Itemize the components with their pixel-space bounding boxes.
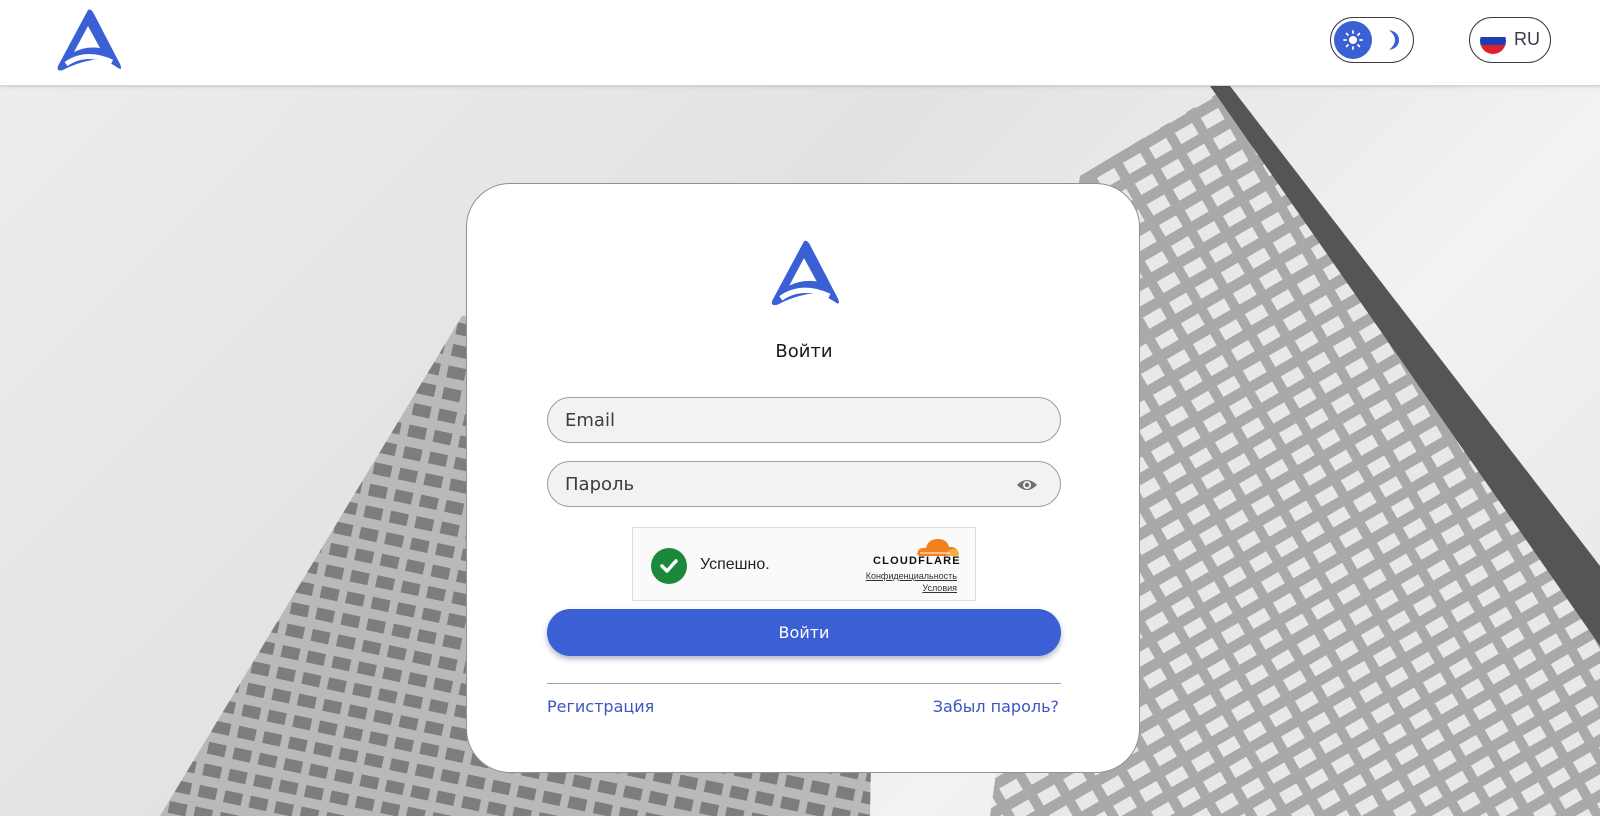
sun-icon	[1334, 21, 1372, 59]
cloudflare-captcha-widget[interactable]: Успешно. CLOUDFLARE Конфиденциальность У…	[632, 527, 976, 601]
language-selector[interactable]: RU	[1469, 17, 1551, 63]
top-header: RU	[0, 0, 1600, 86]
login-title: Войти	[775, 341, 833, 362]
cloudflare-wordmark: CLOUDFLARE	[873, 555, 961, 567]
email-input[interactable]	[548, 398, 1060, 442]
brand-logo-icon	[766, 239, 842, 309]
success-check-icon	[651, 548, 687, 584]
register-link[interactable]: Регистрация	[547, 697, 654, 716]
email-field[interactable]	[547, 397, 1061, 443]
login-submit-button[interactable]: Войти	[547, 609, 1061, 656]
password-input[interactable]	[548, 462, 1060, 506]
theme-toggle[interactable]	[1330, 17, 1414, 63]
captcha-terms-link[interactable]: Условия	[922, 583, 957, 593]
moon-icon	[1381, 27, 1405, 53]
forgot-password-link[interactable]: Забыл пароль?	[933, 697, 1059, 716]
brand-logo-icon[interactable]	[52, 8, 124, 74]
captcha-privacy-link[interactable]: Конфиденциальность	[866, 571, 957, 581]
russia-flag-icon	[1480, 28, 1506, 54]
password-field[interactable]	[547, 461, 1061, 507]
login-card: Войти Успешно. CLOUDFLARE	[466, 183, 1140, 773]
divider	[547, 683, 1061, 684]
language-code: RU	[1514, 29, 1540, 49]
show-password-eye-icon[interactable]	[1016, 476, 1038, 494]
captcha-status: Успешно.	[700, 556, 770, 573]
